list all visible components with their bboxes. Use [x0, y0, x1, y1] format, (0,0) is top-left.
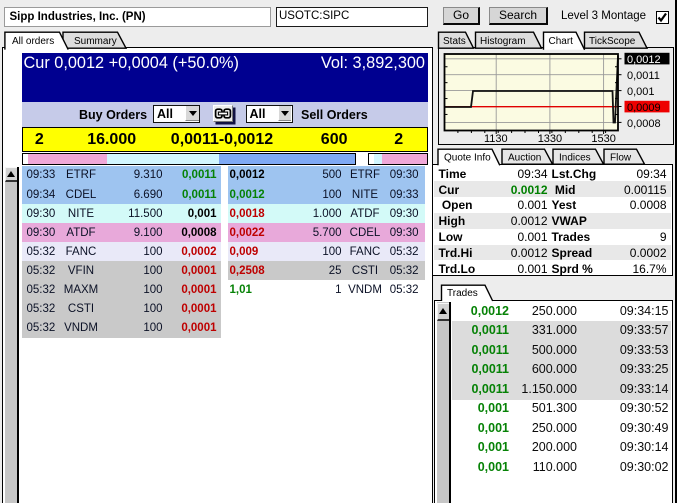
svg-text:Flow: Flow: [610, 153, 632, 164]
svg-text:0,0009: 0,0009: [627, 102, 661, 114]
svg-text:Indices: Indices: [559, 153, 591, 164]
svg-text:0,001: 0,001: [627, 86, 655, 98]
svg-text:1130: 1130: [484, 133, 508, 145]
svg-text:Chart: Chart: [549, 36, 574, 47]
svg-text:Auction: Auction: [508, 153, 541, 164]
svg-text:1530: 1530: [591, 133, 615, 145]
svg-text:1330: 1330: [537, 133, 561, 145]
svg-text:Quote Info: Quote Info: [444, 153, 491, 164]
svg-text:All orders: All orders: [12, 36, 54, 47]
svg-text:Trades: Trades: [447, 288, 478, 299]
svg-text:Summary: Summary: [74, 36, 117, 47]
svg-text:0,0011: 0,0011: [627, 70, 660, 82]
svg-text:Histogram: Histogram: [480, 36, 526, 47]
svg-text:TickScope: TickScope: [589, 36, 636, 47]
svg-text:0,0008: 0,0008: [627, 118, 661, 130]
svg-text:0,0012: 0,0012: [627, 54, 661, 66]
svg-text:Stats: Stats: [443, 36, 466, 47]
